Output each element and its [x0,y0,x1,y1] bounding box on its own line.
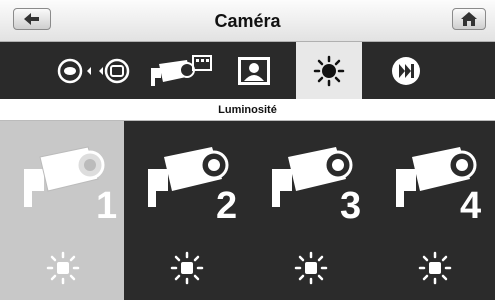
contact-portrait-button[interactable] [220,42,288,99]
brightness-icon [46,251,80,285]
camera-tile-4[interactable]: 4 [372,121,495,300]
brightness-icon [418,251,452,285]
camera-tile-3[interactable]: 3 [248,121,372,300]
page-title: Caméra [214,11,281,31]
brightness-button[interactable] [296,42,362,99]
camera-number: 4 [460,185,482,227]
camera-switch-icon [57,58,130,83]
camera-number: 1 [96,185,118,227]
camera-switch-button[interactable] [50,42,140,99]
camera-tile-1[interactable]: 1 [0,121,124,300]
camera-recording-icon [151,54,212,86]
camera-number: 3 [340,185,362,227]
brightness-icon [313,55,345,86]
app-screen: Caméra Luminosité 1 2 3 4 [0,0,495,300]
title-bar: Caméra [0,0,495,42]
camera-number: 2 [216,185,238,227]
brightness-icon [170,251,204,285]
camera-recording-button[interactable] [140,42,220,99]
contact-portrait-icon [238,56,270,85]
channel-skip-icon [392,56,420,85]
section-title: Luminosité [0,99,495,121]
home-icon [461,12,477,26]
camera-grid: 1 2 3 4 [0,121,495,300]
home-button[interactable] [452,8,486,30]
brightness-icon [294,251,328,285]
channel-skip-button[interactable] [372,42,440,99]
camera-tile-2[interactable]: 2 [124,121,248,300]
toolbar [0,42,495,99]
